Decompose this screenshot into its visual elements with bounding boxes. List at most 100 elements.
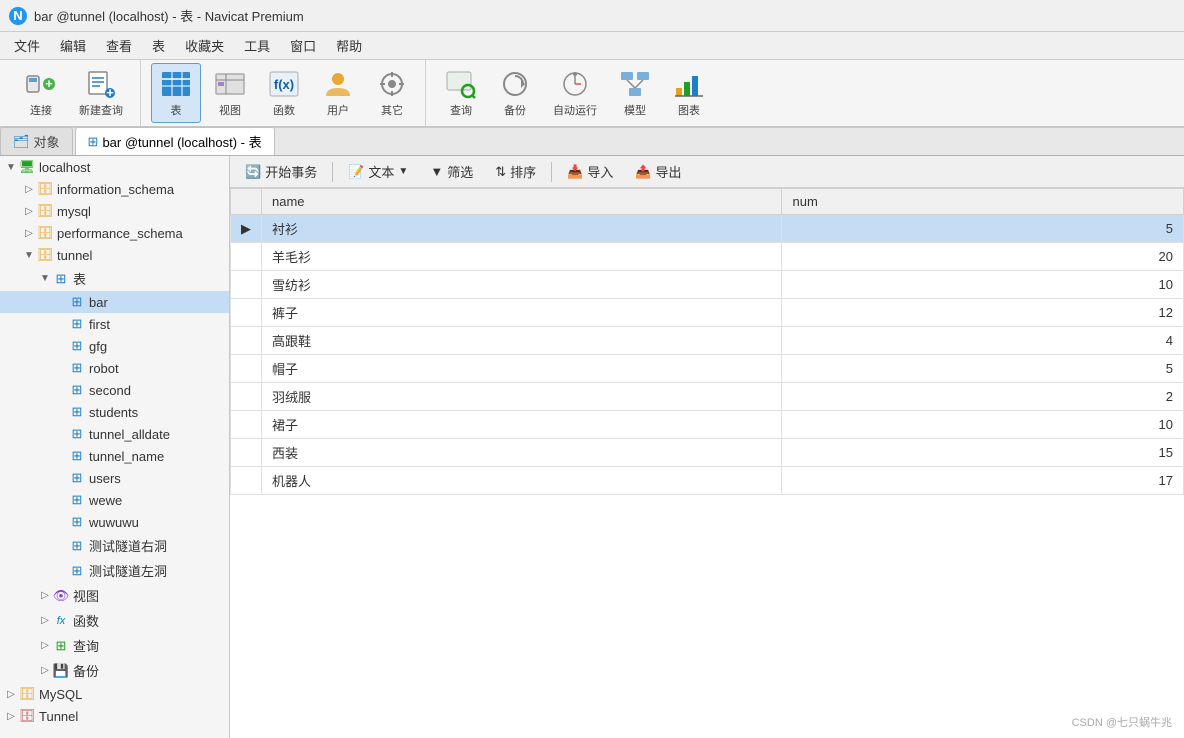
cell-name[interactable]: 机器人 [262,467,782,495]
sidebar-item-gfg[interactable]: ⊞ gfg [0,335,229,357]
table-row[interactable]: 裙子10 [231,411,1184,439]
window-title: bar @tunnel (localhost) - 表 - Navicat Pr… [34,6,304,25]
sidebar-item-mysql-db[interactable]: ▷ 🗄 mysql [0,200,229,222]
table-row[interactable]: 羽绒服2 [231,383,1184,411]
text-dropdown-icon: ▼ [398,166,408,177]
sidebar-tables-group[interactable]: ▼ ⊞ 表 [0,266,229,291]
col-name[interactable]: name [262,189,782,215]
sidebar-localhost[interactable]: ▼ 🖥 localhost [0,156,229,178]
perf-schema-arrow: ▷ [22,228,36,239]
sidebar-item-tunnel-alldate[interactable]: ⊞ tunnel_alldate [0,423,229,445]
sidebar: ▼ 🖥 localhost ▷ 🗄 information_schema ▷ 🗄… [0,156,230,738]
sidebar-queries-group[interactable]: ▷ ⊞ 查询 [0,633,229,658]
menu-tools[interactable]: 工具 [234,33,280,58]
col-num[interactable]: num [782,189,1184,215]
table-button[interactable]: 表 [151,63,201,123]
sidebar-item-first[interactable]: ⊞ first [0,313,229,335]
table-row[interactable]: 羊毛衫20 [231,243,1184,271]
sidebar-item-tunnel-db[interactable]: ▼ 🗄 tunnel [0,244,229,266]
query-icon [445,68,477,100]
filter-button[interactable]: ▼ 筛选 [421,158,482,185]
sidebar-backups-group[interactable]: ▷ 💾 备份 [0,658,229,683]
sidebar-item-wewe[interactable]: ⊞ wewe [0,489,229,511]
sort-button[interactable]: ⇅ 排序 [486,158,545,185]
backup-button[interactable]: 备份 [490,63,540,123]
cell-name[interactable]: 衬衫 [262,215,782,243]
cell-num[interactable]: 12 [782,299,1184,327]
content-area: 🔄 开始事务 📝 文本 ▼ ▼ 筛选 ⇅ 排序 [230,156,1184,738]
cell-num[interactable]: 20 [782,243,1184,271]
tab-table-icon: ⊞ [88,134,99,150]
query-button[interactable]: 查询 [436,63,486,123]
table-row[interactable]: 高跟鞋4 [231,327,1184,355]
new-query-button[interactable]: + 新建查询 [70,63,132,123]
chart-button[interactable]: 图表 [664,63,714,123]
sidebar-item-mysql[interactable]: ▷ 🗄 MySQL [0,683,229,705]
tab-bar-table[interactable]: ⊞ bar @tunnel (localhost) - 表 [75,127,275,155]
menu-view[interactable]: 查看 [96,33,142,58]
cell-num[interactable]: 15 [782,439,1184,467]
sidebar-item-robot[interactable]: ⊞ robot [0,357,229,379]
table-row[interactable]: 雪纺衫10 [231,271,1184,299]
menu-help[interactable]: 帮助 [326,33,372,58]
cell-name[interactable]: 高跟鞋 [262,327,782,355]
table-row[interactable]: 西装15 [231,439,1184,467]
row-indicator [231,327,262,355]
other-button[interactable]: 其它 [367,63,417,123]
data-table: name num ▶衬衫5羊毛衫20雪纺衫10裤子12高跟鞋4帽子5羽绒服2裙子… [230,188,1184,495]
cell-name[interactable]: 羊毛衫 [262,243,782,271]
begin-transaction-button[interactable]: 🔄 开始事务 [236,158,326,185]
toolbar: + 连接 + 新建查询 [0,60,1184,128]
table-row[interactable]: ▶衬衫5 [231,215,1184,243]
table-row[interactable]: 帽子5 [231,355,1184,383]
menu-table[interactable]: 表 [142,33,175,58]
sidebar-item-information-schema[interactable]: ▷ 🗄 information_schema [0,178,229,200]
menu-window[interactable]: 窗口 [280,33,326,58]
cell-num[interactable]: 10 [782,411,1184,439]
user-button[interactable]: 用户 [313,63,363,123]
cell-num[interactable]: 10 [782,271,1184,299]
menu-file[interactable]: 文件 [4,33,50,58]
function-button[interactable]: f(x) 函数 [259,63,309,123]
autorun-button[interactable]: 自动运行 [544,63,606,123]
cell-name[interactable]: 裙子 [262,411,782,439]
cell-name[interactable]: 雪纺衫 [262,271,782,299]
cell-name[interactable]: 羽绒服 [262,383,782,411]
view-label: 视图 [219,102,241,118]
sidebar-funcs-group[interactable]: ▷ fx 函数 [0,608,229,633]
cell-num[interactable]: 5 [782,215,1184,243]
connect-button[interactable]: + 连接 [16,63,66,123]
cell-num[interactable]: 5 [782,355,1184,383]
sidebar-item-students[interactable]: ⊞ students [0,401,229,423]
sidebar-item-second[interactable]: ⊞ second [0,379,229,401]
model-button[interactable]: 模型 [610,63,660,123]
cell-num[interactable]: 2 [782,383,1184,411]
users-table-label: users [89,471,121,486]
cell-name[interactable]: 裤子 [262,299,782,327]
sort-icon: ⇅ [495,164,506,180]
tab-objects[interactable]: 🗂 对象 [0,127,73,155]
sidebar-item-bar[interactable]: ⊞ bar [0,291,229,313]
table-row[interactable]: 机器人17 [231,467,1184,495]
sidebar-item-tunnel-conn[interactable]: ▷ 🗄 Tunnel [0,705,229,727]
menu-favorites[interactable]: 收藏夹 [175,33,234,58]
sidebar-item-test-left[interactable]: ⊞ 测试隧道左洞 [0,558,229,583]
view-button[interactable]: 视图 [205,63,255,123]
cell-num[interactable]: 17 [782,467,1184,495]
sidebar-item-performance-schema[interactable]: ▷ 🗄 performance_schema [0,222,229,244]
sidebar-item-tunnel-name[interactable]: ⊞ tunnel_name [0,445,229,467]
sidebar-item-test-right[interactable]: ⊞ 测试隧道右洞 [0,533,229,558]
cell-name[interactable]: 帽子 [262,355,782,383]
table-row[interactable]: 裤子12 [231,299,1184,327]
sidebar-item-wuwuwu[interactable]: ⊞ wuwuwu [0,511,229,533]
text-button[interactable]: 📝 文本 ▼ [339,158,417,185]
test-right-label: 测试隧道右洞 [89,536,167,555]
import-button[interactable]: 📥 导入 [558,158,622,185]
cell-num[interactable]: 4 [782,327,1184,355]
menu-edit[interactable]: 编辑 [50,33,96,58]
cell-name[interactable]: 西装 [262,439,782,467]
sidebar-views-group[interactable]: ▷ 👁 视图 [0,583,229,608]
sidebar-item-users[interactable]: ⊞ users [0,467,229,489]
data-table-wrapper[interactable]: name num ▶衬衫5羊毛衫20雪纺衫10裤子12高跟鞋4帽子5羽绒服2裙子… [230,188,1184,738]
export-button[interactable]: 📤 导出 [626,158,690,185]
